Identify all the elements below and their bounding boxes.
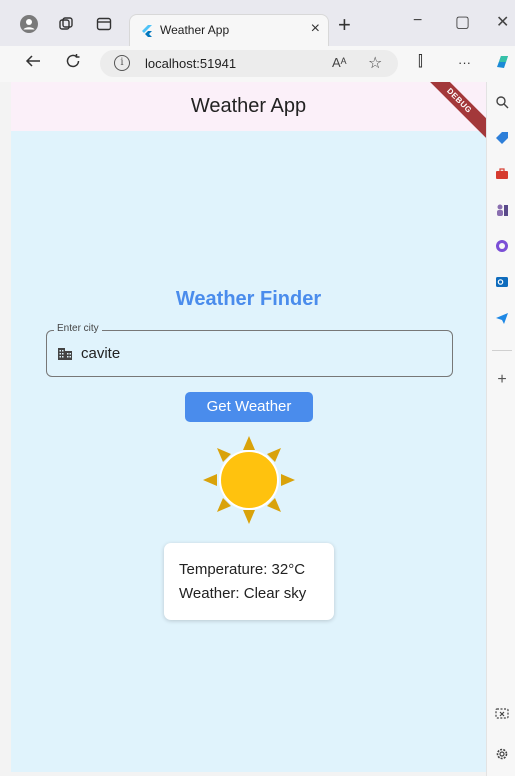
tab-weather-app[interactable]: Weather App ×: [129, 14, 329, 46]
city-field[interactable]: Enter city: [46, 323, 453, 377]
favorite-star-icon[interactable]: ☆: [368, 53, 382, 73]
tab-actions-icon[interactable]: [93, 13, 115, 35]
tools-briefcase-icon[interactable]: [494, 166, 510, 182]
weather-result-card: Temperature: 32°C Weather: Clear sky: [164, 543, 334, 620]
new-tab-button[interactable]: +: [338, 12, 351, 38]
tab-strip: Weather App × + − ▢ ✕: [0, 0, 515, 46]
workspaces-icon[interactable]: [55, 13, 77, 35]
city-input[interactable]: [81, 342, 441, 364]
profile-icon[interactable]: [18, 13, 40, 35]
minimize-button[interactable]: −: [413, 12, 422, 30]
split-screen-icon[interactable]: ⫿: [418, 53, 423, 70]
address-bar: i localhost:51941 Aᴬ ☆ ⫿ ···: [0, 46, 515, 82]
flutter-icon: [142, 25, 152, 37]
info-icon[interactable]: i: [114, 55, 130, 71]
more-menu-icon[interactable]: ···: [458, 55, 471, 70]
settings-gear-icon[interactable]: [494, 746, 510, 762]
search-icon[interactable]: [494, 94, 510, 110]
app-title: Weather App: [190, 95, 307, 117]
browser-sidebar: +: [486, 82, 515, 776]
microsoft-365-icon[interactable]: [494, 238, 510, 254]
sidebar-divider: [492, 350, 512, 351]
temperature-text: Temperature: 32°C: [179, 561, 306, 578]
browser-window: Weather App × + − ▢ ✕ i localhost:51941 …: [0, 0, 515, 776]
copilot-icon[interactable]: [493, 52, 513, 76]
outlook-icon[interactable]: [494, 274, 510, 290]
sun-icon: [203, 436, 295, 524]
weather-description-text: Weather: Clear sky: [179, 585, 307, 602]
back-arrow-icon[interactable]: [24, 52, 42, 75]
app-bar: Weather App DEBUG: [11, 82, 486, 145]
add-icon[interactable]: +: [494, 371, 510, 388]
app-viewport: Weather App DEBUG Weather Finder Enter c…: [11, 82, 486, 772]
url-box[interactable]: i localhost:51941 Aᴬ ☆: [100, 50, 398, 77]
tab-title: Weather App: [160, 23, 230, 37]
shopping-tag-icon[interactable]: [494, 130, 510, 146]
refresh-icon[interactable]: [64, 52, 82, 75]
get-weather-button[interactable]: Get Weather: [185, 392, 313, 422]
city-field-label: Enter city: [54, 323, 102, 334]
maximize-button[interactable]: ▢: [455, 12, 470, 32]
games-icon[interactable]: [494, 202, 510, 218]
page-heading: Weather Finder: [175, 288, 322, 310]
url-text[interactable]: localhost:51941: [145, 56, 236, 71]
read-aloud-icon[interactable]: Aᴬ: [332, 55, 347, 70]
close-window-button[interactable]: ✕: [496, 12, 509, 32]
screenshot-icon[interactable]: [494, 706, 510, 722]
city-icon: [58, 348, 72, 360]
send-icon[interactable]: [494, 310, 510, 326]
tab-close-icon[interactable]: ×: [311, 20, 320, 38]
